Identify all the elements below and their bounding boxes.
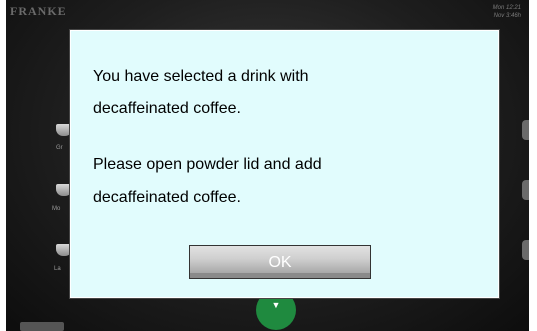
menu-button[interactable]: [20, 322, 64, 331]
dialog-message-line: decaffeinated coffee.: [93, 100, 241, 117]
product-label: La: [54, 266, 61, 272]
down-arrow-icon: ▼: [271, 300, 281, 310]
dialog-message-line: You have selected a drink with: [93, 68, 309, 85]
right-product-tab[interactable]: [522, 180, 529, 200]
right-product-tab[interactable]: [522, 240, 529, 260]
product-label: Mo: [52, 206, 61, 212]
clock-line-2: Nov 3:46h: [493, 13, 521, 19]
decaf-dialog: You have selected a drink with decaffein…: [70, 30, 499, 298]
status-clock: Mon 12:21 Nov 3:46h: [493, 4, 521, 20]
ok-button-label: OK: [268, 254, 292, 271]
dialog-message-line: Please open powder lid and add: [93, 156, 322, 173]
ok-button-bar: [190, 273, 370, 278]
ok-button[interactable]: OK: [189, 245, 371, 279]
clock-line-1: Mon 12:21: [492, 5, 521, 11]
brand-logo: FRANKE: [10, 4, 67, 18]
dialog-message-line: decaffeinated coffee.: [93, 189, 241, 206]
right-product-tab[interactable]: [522, 120, 529, 140]
product-label: Gr: [56, 145, 63, 151]
